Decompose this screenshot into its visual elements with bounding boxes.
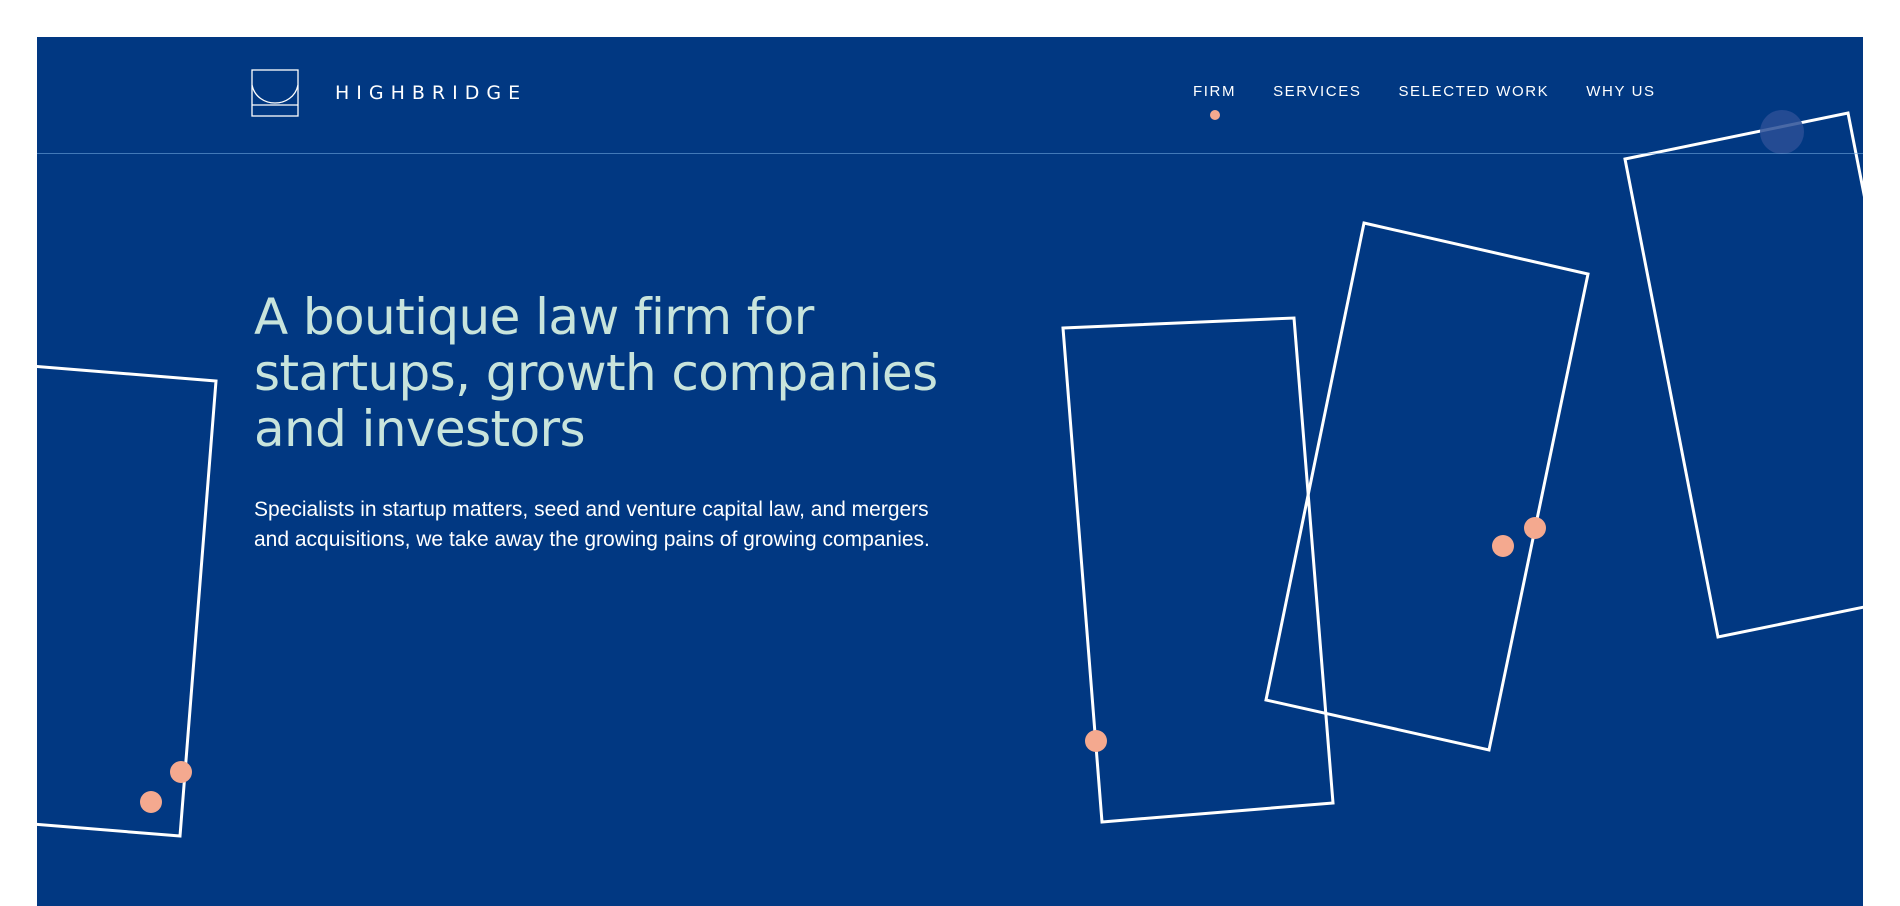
bridge-logo-icon xyxy=(251,69,299,117)
nav-item-firm[interactable]: FIRM xyxy=(1193,83,1237,120)
nav-item-services[interactable]: SERVICES xyxy=(1273,83,1361,100)
nav-item-label: SELECTED WORK xyxy=(1398,83,1550,100)
accent-dot xyxy=(1492,535,1514,557)
nav-item-label: SERVICES xyxy=(1273,83,1362,100)
brand-name: HIGHBRIDGE xyxy=(335,82,528,104)
site-header: HIGHBRIDGE FIRM SERVICES SELECTED WORK W… xyxy=(37,37,1863,154)
accent-dot xyxy=(1524,517,1546,539)
accent-dot xyxy=(140,791,162,813)
home-link[interactable]: HIGHBRIDGE xyxy=(251,69,527,117)
accent-dot xyxy=(1085,730,1107,752)
hero-subtitle: Specialists in startup matters, seed and… xyxy=(254,498,930,551)
decorative-shapes xyxy=(37,110,1863,838)
door-shape-right xyxy=(1264,221,1590,752)
active-indicator-dot xyxy=(1209,110,1220,120)
nav-item-why-us[interactable]: WHY US xyxy=(1586,83,1655,100)
hero-page: HIGHBRIDGE FIRM SERVICES SELECTED WORK W… xyxy=(37,37,1863,906)
door-shape-far-right xyxy=(1623,111,1863,639)
nav-item-selected-work[interactable]: SELECTED WORK xyxy=(1398,83,1549,100)
hero-title: A boutique law firm for startups, growth… xyxy=(254,288,938,458)
nav-item-label: WHY US xyxy=(1586,83,1656,100)
door-shape-left xyxy=(37,364,218,838)
accent-dot xyxy=(170,761,192,783)
nav-item-label: FIRM xyxy=(1193,83,1237,100)
main-nav: FIRM SERVICES SELECTED WORK WHY US xyxy=(1193,83,1656,120)
